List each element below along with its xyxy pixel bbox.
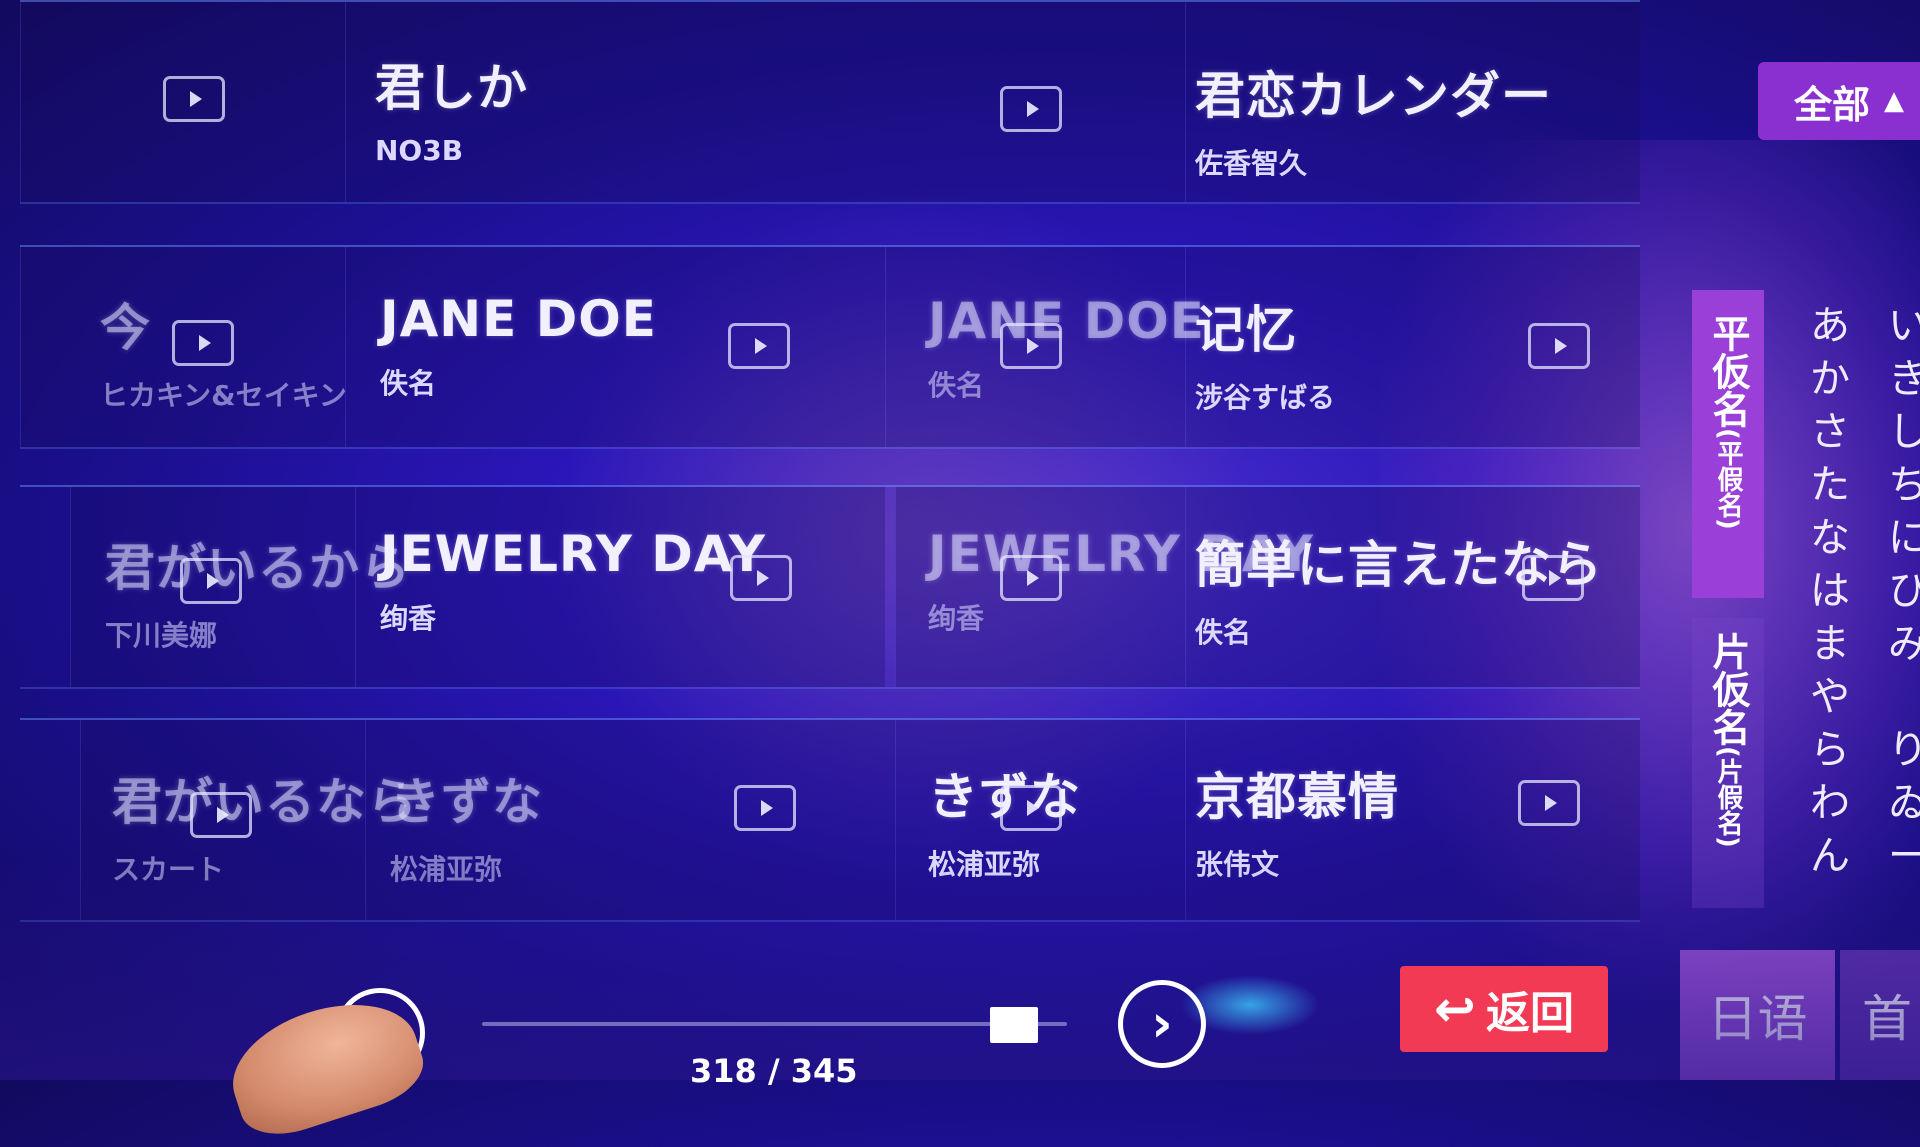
kana-key[interactable]: ー	[1888, 830, 1920, 883]
all-filter-label: 全部	[1794, 82, 1871, 127]
song-item[interactable]: 记忆 涉谷すばる	[1195, 290, 1335, 416]
song-item[interactable]: きずな 松浦亚弥	[390, 762, 543, 888]
kana-key[interactable]: み	[1888, 618, 1920, 671]
song-artist: 绚香	[380, 602, 437, 635]
tab-katakana-sub: (片假名)	[1713, 746, 1743, 848]
kana-column: い き し ち に ひ み り ゐ ー	[1888, 300, 1920, 883]
play-icon[interactable]	[172, 320, 234, 366]
song-item[interactable]: 君しか NO3B	[375, 48, 528, 167]
play-icon[interactable]	[728, 323, 790, 369]
tab-katakana[interactable]: 片仮名 (片假名)	[1692, 618, 1764, 908]
song-artist: 张伟文	[1195, 848, 1280, 881]
play-icon[interactable]	[1528, 323, 1590, 369]
chevron-right-icon: ›	[1151, 994, 1173, 1054]
song-artist: スカート	[112, 853, 225, 886]
kana-key[interactable]: い	[1888, 300, 1920, 353]
kana-key[interactable]: さ	[1810, 406, 1850, 459]
song-artist: NO3B	[375, 134, 464, 167]
play-icon[interactable]	[1522, 555, 1584, 601]
page-progress-bar[interactable]	[482, 1022, 1067, 1026]
song-item[interactable]: JEWELRY DAY 绚香	[380, 525, 766, 637]
song-item[interactable]: 君恋カレンダー 佐香智久	[1195, 56, 1552, 182]
page-progress-thumb[interactable]	[990, 1007, 1039, 1043]
song-title: JEWELRY DAY	[380, 525, 766, 583]
tab-language-next[interactable]: 首	[1840, 950, 1920, 1080]
play-icon[interactable]	[1000, 555, 1062, 601]
page-indicator: 318 / 345	[690, 1052, 858, 1090]
song-artist: 佐香智久	[1195, 147, 1308, 180]
kana-key[interactable]: ゐ	[1888, 777, 1920, 830]
kana-key[interactable]: き	[1888, 353, 1920, 406]
return-label: 返回	[1485, 988, 1574, 1039]
kana-key[interactable]: り	[1888, 724, 1920, 777]
triangle-up-icon: ▲	[1884, 86, 1905, 116]
song-artist: 佚名	[928, 369, 985, 402]
song-title: きずな	[390, 773, 543, 831]
kana-key[interactable]: ひ	[1888, 565, 1920, 618]
song-artist: 佚名	[380, 367, 437, 400]
song-title: 君恋カレンダー	[1195, 67, 1552, 125]
song-artist: 松浦亚弥	[928, 848, 1041, 881]
song-title: 记忆	[1195, 301, 1297, 359]
kana-key[interactable]: し	[1888, 406, 1920, 459]
tab-hiragana-label: 平仮名	[1706, 314, 1750, 428]
kana-key[interactable]: ん	[1810, 830, 1850, 883]
song-title: 京都慕情	[1195, 768, 1399, 826]
tab-language-label: 首	[1862, 990, 1912, 1048]
play-icon[interactable]	[730, 555, 792, 601]
kana-key[interactable]: あ	[1810, 300, 1850, 353]
play-icon[interactable]	[163, 76, 225, 122]
song-item[interactable]: 京都慕情 张伟文	[1195, 757, 1399, 883]
song-artist: ヒカキン&セイキン	[100, 379, 347, 412]
song-title: 君がいるなら	[112, 773, 418, 831]
song-artist: 松浦亚弥	[390, 853, 503, 886]
song-artist: 涉谷すばる	[1195, 381, 1336, 414]
tab-language-japanese[interactable]: 日语	[1680, 950, 1835, 1080]
kana-key[interactable]: か	[1810, 353, 1850, 406]
kana-column: あ か さ た な は ま や ら わ ん	[1810, 300, 1850, 883]
all-filter-button[interactable]: 全部 ▲	[1758, 62, 1920, 140]
tab-katakana-label: 片仮名	[1706, 632, 1750, 746]
kana-key[interactable]: わ	[1810, 777, 1850, 830]
play-icon[interactable]	[1000, 86, 1062, 132]
song-title: 君がいるから	[105, 539, 411, 597]
kana-key[interactable]: ら	[1810, 724, 1850, 777]
tab-hiragana-sub: (平假名)	[1713, 428, 1743, 530]
play-icon[interactable]	[1518, 780, 1580, 826]
song-item[interactable]: JANE DOE 佚名	[380, 290, 657, 402]
kana-key[interactable]: ま	[1810, 618, 1850, 671]
play-icon[interactable]	[180, 558, 242, 604]
next-page-button[interactable]: ›	[1118, 980, 1206, 1068]
song-title: 君しか	[375, 59, 528, 117]
song-item[interactable]: 君がいるから 下川美娜	[105, 528, 411, 654]
play-icon[interactable]	[190, 792, 252, 838]
song-title: JANE DOE	[380, 290, 657, 348]
kana-key[interactable]: に	[1888, 512, 1920, 565]
play-icon[interactable]	[1000, 785, 1062, 831]
tab-language-label: 日语	[1707, 990, 1808, 1048]
kana-key[interactable]: た	[1810, 459, 1850, 512]
kana-key[interactable]: は	[1810, 565, 1850, 618]
song-item[interactable]: JANE DOE 佚名	[928, 292, 1205, 404]
return-arrow-icon: ↩	[1434, 980, 1476, 1038]
kana-key[interactable]: ち	[1888, 459, 1920, 512]
kana-key[interactable]: や	[1810, 671, 1850, 724]
song-title: JANE DOE	[928, 292, 1205, 350]
play-icon[interactable]	[734, 785, 796, 831]
play-icon[interactable]	[1000, 323, 1062, 369]
kana-key[interactable]: な	[1810, 512, 1850, 565]
return-button[interactable]: ↩ 返回	[1400, 966, 1608, 1052]
song-artist: 下川美娜	[105, 619, 218, 652]
song-artist: 佚名	[1195, 616, 1252, 649]
tab-hiragana[interactable]: 平仮名 (平假名)	[1692, 290, 1764, 598]
song-item[interactable]: 君がいるなら スカート	[112, 762, 418, 888]
